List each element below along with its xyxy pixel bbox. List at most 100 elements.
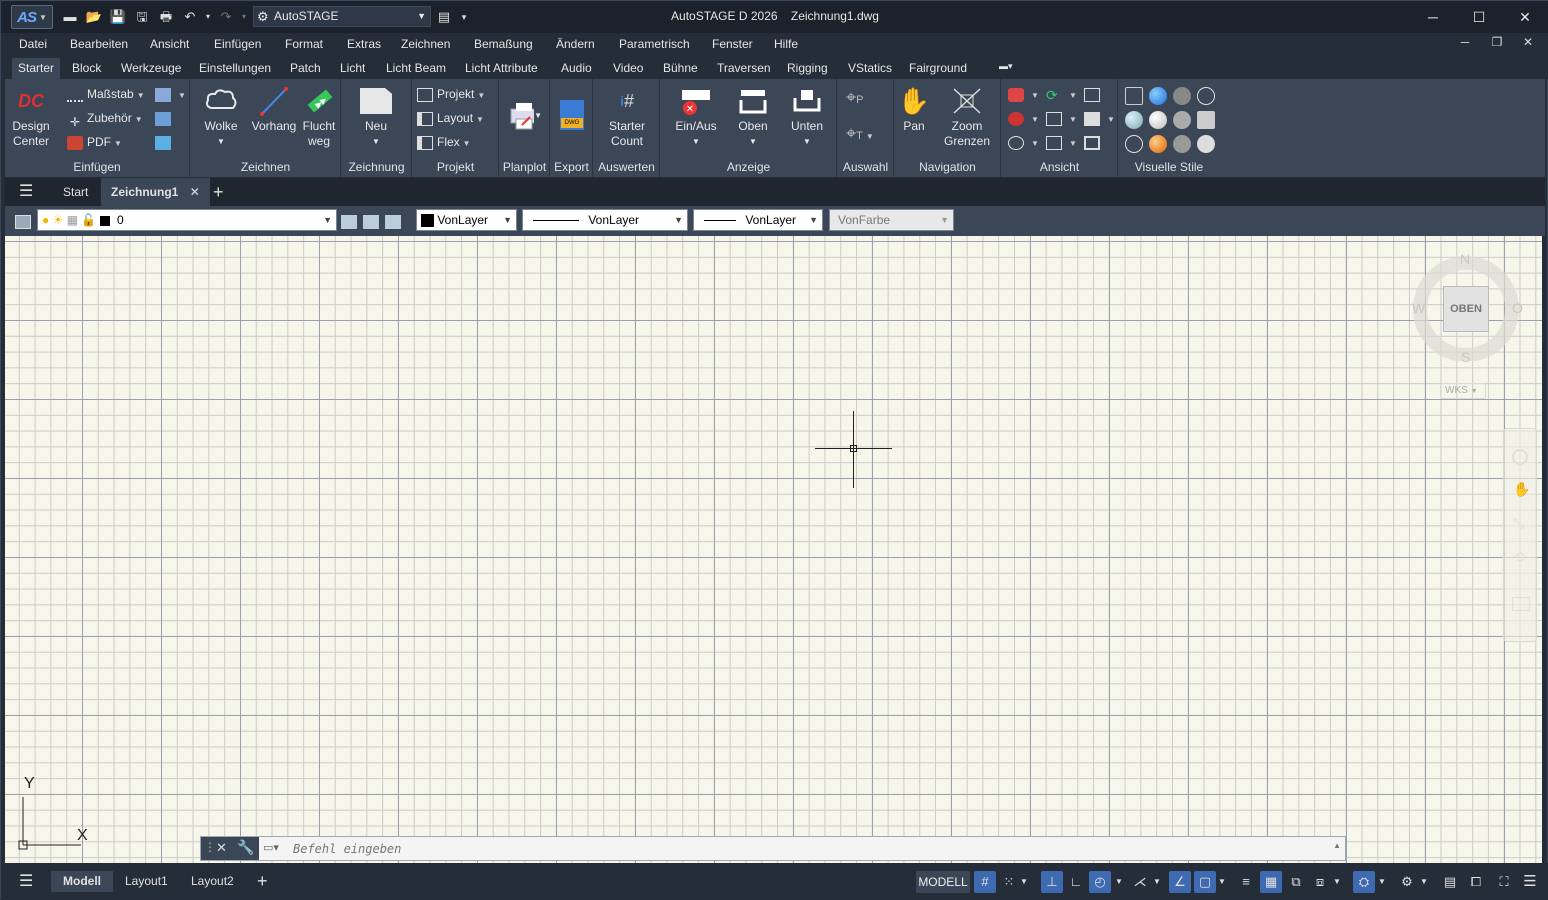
close-command-icon[interactable]: ✕: [216, 840, 227, 856]
file-tab-start[interactable]: Start: [63, 178, 88, 206]
tab-block[interactable]: Block: [66, 58, 107, 79]
zubehoer-button[interactable]: ✛ Zubehör ▼: [67, 108, 143, 129]
save-icon[interactable]: 💾: [109, 8, 127, 26]
close-tab-icon[interactable]: ✕: [190, 185, 200, 199]
menu-zeichnen[interactable]: Zeichnen: [401, 37, 450, 51]
view-tool-5-icon[interactable]: ▼: [1046, 108, 1077, 128]
doc-close-button[interactable]: ✕: [1517, 35, 1539, 53]
style-xray-icon[interactable]: [1125, 111, 1143, 129]
menu-datei[interactable]: Datei: [19, 37, 47, 51]
lineweight-dropdown[interactable]: VonLayer ▼: [693, 209, 823, 231]
redo-dropdown-icon[interactable]: ▾: [235, 8, 253, 26]
style-grey-icon[interactable]: [1197, 135, 1215, 153]
fluchtweg-button[interactable]: ▶▶ Flucht weg: [299, 83, 339, 149]
tab-einstellungen[interactable]: Einstellungen: [193, 58, 277, 79]
tab-audio[interactable]: Audio: [555, 58, 598, 79]
grip-handle-icon[interactable]: ⋮: [204, 840, 216, 854]
undo-icon[interactable]: ↶: [181, 8, 199, 26]
menu-ansicht[interactable]: Ansicht: [150, 37, 189, 51]
open-folder-icon[interactable]: 📂: [85, 8, 103, 26]
neu-button[interactable]: Neu ▼: [354, 83, 398, 149]
3d-osnap-dropdown-icon[interactable]: ▼: [1331, 871, 1343, 893]
menu-aendern[interactable]: Ändern: [556, 37, 595, 51]
isodraft-dropdown-icon[interactable]: ▼: [1151, 871, 1163, 893]
ribbon-minimize-icon[interactable]: ▬▾: [993, 58, 1019, 79]
units-icon[interactable]: ▤: [1439, 871, 1461, 893]
drawing-canvas[interactable]: OBEN N S W O WKS ▼ ✋ ⤡ ⟲ Y X: [5, 236, 1542, 863]
refresh-icon[interactable]: ⟳ ▼: [1046, 84, 1077, 104]
redo-icon[interactable]: ↷: [217, 8, 235, 26]
ortho-icon[interactable]: ∟: [1065, 871, 1087, 893]
orbit-icon[interactable]: ▼: [1008, 132, 1039, 152]
style-gooch-icon[interactable]: [1149, 135, 1167, 153]
style-shaded-icon[interactable]: [1173, 87, 1191, 105]
steering-wheel-icon[interactable]: [1512, 449, 1528, 465]
app-menu-button[interactable]: AS ▼: [11, 5, 53, 29]
tab-fairground[interactable]: Fairground: [903, 58, 973, 79]
select-t-icon[interactable]: ⌖T ▼: [846, 123, 874, 143]
model-space-toggle[interactable]: MODELL: [916, 871, 970, 893]
workspace-dropdown[interactable]: ⚙ AutoSTAGE ▼: [253, 6, 431, 27]
annotation-dropdown-icon[interactable]: ▼: [1376, 871, 1388, 893]
starter-count-button[interactable]: i # Starter Count: [598, 83, 656, 149]
pan-button[interactable]: ✋ Pan: [897, 83, 931, 134]
flex-button[interactable]: Flex ▼: [417, 132, 471, 152]
image-icon[interactable]: [155, 132, 175, 152]
vorhang-button[interactable]: Vorhang: [251, 83, 297, 134]
isolate-objects-icon[interactable]: ⧠: [1465, 871, 1487, 893]
dynamic-input-icon[interactable]: ⊥: [1041, 871, 1063, 893]
style-sketch-icon[interactable]: [1197, 111, 1215, 129]
planplot-button[interactable]: ▼: [502, 97, 548, 133]
settings-dropdown-icon[interactable]: ▼: [1418, 871, 1430, 893]
customize-statusbar-icon[interactable]: ☰: [1519, 871, 1541, 893]
layer-state-icon[interactable]: ▤: [435, 8, 453, 26]
snap-icon[interactable]: ⁙: [998, 871, 1020, 893]
doc-restore-button[interactable]: ❐: [1486, 35, 1508, 53]
tab-layout2[interactable]: Layout2: [191, 871, 234, 892]
undo-dropdown-icon[interactable]: ▾: [199, 8, 217, 26]
grid-icon[interactable]: #: [974, 871, 996, 893]
match-layer-icon[interactable]: [363, 211, 383, 231]
snap-dropdown-icon[interactable]: ▼: [1018, 871, 1030, 893]
tab-patch[interactable]: Patch: [284, 58, 327, 79]
selection-cycling-icon[interactable]: ⧉: [1285, 871, 1307, 893]
showmotion-icon[interactable]: [1512, 597, 1530, 611]
3d-osnap-icon[interactable]: ⧈: [1309, 871, 1331, 893]
osnap-dropdown-icon[interactable]: ▼: [1216, 871, 1228, 893]
zoom-grenzen-button[interactable]: Zoom Grenzen: [939, 83, 995, 149]
customize-wrench-icon[interactable]: 🔧: [237, 839, 254, 856]
layer-properties-icon[interactable]: [15, 211, 35, 231]
view-tool-1-icon[interactable]: ▼: [1008, 84, 1039, 104]
tab-rigging[interactable]: Rigging: [781, 58, 834, 79]
layer-dropdown[interactable]: ● ☀ ▦ 🔓 0 ▼: [37, 209, 337, 231]
pan-nav-icon[interactable]: ✋: [1513, 481, 1530, 498]
command-history-icon[interactable]: ▲: [1333, 841, 1341, 850]
command-input[interactable]: [293, 840, 1313, 857]
unten-button[interactable]: Unten ▼: [785, 83, 829, 149]
save-as-icon[interactable]: 🖫: [133, 8, 151, 26]
oben-button[interactable]: Oben ▼: [731, 83, 775, 149]
tab-vstatics[interactable]: VStatics: [842, 58, 898, 79]
wcs-dropdown[interactable]: WKS ▼: [1440, 383, 1486, 399]
layout-button[interactable]: Layout ▼: [417, 108, 484, 128]
massstab-button[interactable]: Maßstab ▼: [67, 84, 145, 104]
tab-werkzeuge[interactable]: Werkzeuge: [115, 58, 187, 79]
menu-extras[interactable]: Extras: [347, 37, 381, 51]
orbit-nav-icon[interactable]: ⟲: [1513, 549, 1525, 566]
menu-parametrisch[interactable]: Parametrisch: [619, 37, 690, 51]
linetype-dropdown[interactable]: VonLayer ▼: [522, 209, 688, 231]
view-tool-9-icon[interactable]: [1084, 132, 1104, 152]
menu-format[interactable]: Format: [285, 37, 323, 51]
view-tool-8-icon[interactable]: ▼: [1046, 132, 1077, 152]
view-tool-4-icon[interactable]: ▼: [1008, 108, 1039, 128]
print-icon[interactable]: 🖶: [157, 8, 175, 26]
tab-licht-attribute[interactable]: Licht Attribute: [459, 58, 544, 79]
tab-layout1[interactable]: Layout1: [125, 871, 168, 892]
add-layout-icon[interactable]: +: [257, 871, 268, 892]
file-tab-zeichnung1[interactable]: Zeichnung1 ✕: [101, 178, 210, 206]
annotation-visibility-icon[interactable]: ⛭: [1353, 871, 1375, 893]
menu-bearbeiten[interactable]: Bearbeiten: [70, 37, 128, 51]
layout-menu-icon[interactable]: ☰: [19, 871, 33, 892]
previous-layer-icon[interactable]: [385, 211, 405, 231]
insert-block-icon[interactable]: ▼: [155, 84, 186, 104]
